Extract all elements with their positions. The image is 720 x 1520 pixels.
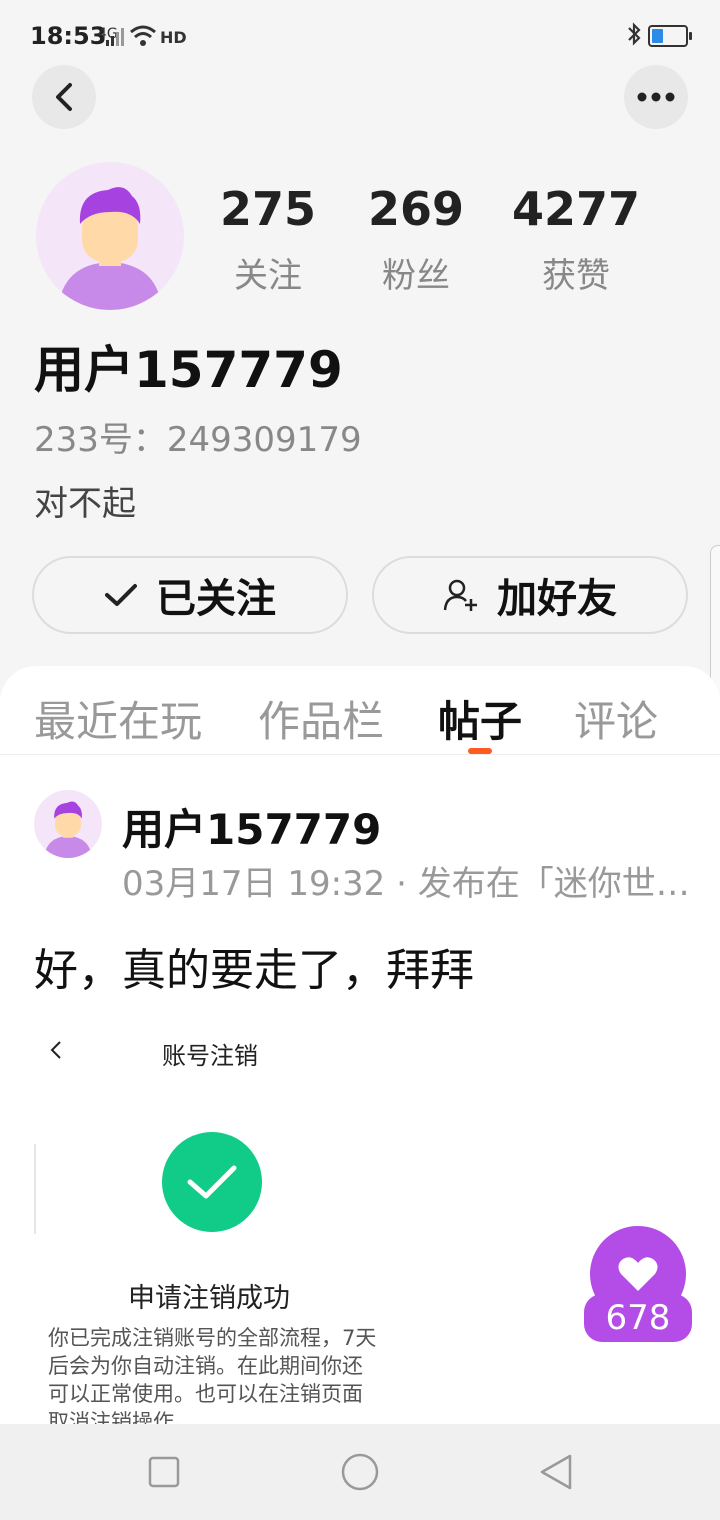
more-dots-icon xyxy=(637,92,675,102)
recents-icon[interactable] xyxy=(148,1456,180,1488)
followed-label: 已关注 xyxy=(156,576,276,622)
embedded-title: 账号注销 xyxy=(162,1042,258,1070)
post-text: 好，真的要走了，拜拜 xyxy=(34,945,474,996)
tab-comments[interactable]: 评论 xyxy=(574,688,658,749)
user-avatar-icon xyxy=(58,187,162,310)
add-user-icon xyxy=(443,579,477,611)
tab-posts[interactable]: 帖子 xyxy=(438,688,522,749)
check-icon xyxy=(187,1165,237,1199)
user-avatar-icon xyxy=(44,801,92,858)
tab-works[interactable]: 作品栏 xyxy=(258,688,384,749)
like-count[interactable]: 678 xyxy=(584,1294,692,1342)
embedded-success-badge xyxy=(162,1132,262,1232)
system-nav-bar xyxy=(0,1424,720,1520)
following-label[interactable]: 关注 xyxy=(188,248,348,297)
followed-button[interactable]: 已关注 xyxy=(32,556,348,634)
profile-bio: 对不起 xyxy=(34,484,136,524)
following-count[interactable]: 275 xyxy=(188,182,348,236)
back-nav-icon[interactable] xyxy=(538,1452,574,1492)
post-username[interactable]: 用户157779 xyxy=(122,796,381,857)
heart-icon xyxy=(618,1257,658,1291)
signal-icon xyxy=(106,28,124,46)
embedded-description: 你已完成注销账号的全部流程，7天后会为你自动注销。在此期间你还可以正常使用。也可… xyxy=(48,1326,377,1424)
add-friend-button[interactable]: 加好友 xyxy=(372,556,688,634)
check-icon xyxy=(105,584,137,606)
add-friend-label: 加好友 xyxy=(497,576,617,622)
tab-divider xyxy=(0,754,720,755)
post-avatar[interactable] xyxy=(34,790,102,858)
followers-label[interactable]: 粉丝 xyxy=(336,248,496,297)
back-arrow-icon xyxy=(56,83,72,111)
more-button[interactable] xyxy=(624,65,688,129)
likes-received-count[interactable]: 4277 xyxy=(496,182,656,236)
followers-count[interactable]: 269 xyxy=(336,182,496,236)
embedded-divider xyxy=(34,1144,36,1234)
profile-name: 用户157779 xyxy=(34,341,343,399)
profile-avatar[interactable] xyxy=(36,162,184,310)
post-meta[interactable]: 03月17日 19:32 · 发布在「迷你世界」 xyxy=(122,856,702,905)
embedded-success-text: 申请注销成功 xyxy=(128,1283,290,1314)
hd-label: HD xyxy=(160,28,187,47)
likes-received-label[interactable]: 获赞 xyxy=(496,248,656,297)
wifi-icon xyxy=(130,25,156,46)
post-image[interactable]: 账号注销 申请注销成功 你已完成注销账号的全部流程，7天后会为你自动注销。在此期… xyxy=(34,1016,384,1424)
battery-icon xyxy=(648,25,692,47)
embedded-back-icon xyxy=(50,1041,61,1059)
status-bar: 18:53 4G HD xyxy=(0,0,720,72)
tab-recent-play[interactable]: 最近在玩 xyxy=(34,688,202,749)
home-icon[interactable] xyxy=(340,1452,380,1492)
profile-uid: 233号：249309179 xyxy=(34,420,362,460)
status-time: 18:53 xyxy=(30,22,107,50)
back-button[interactable] xyxy=(32,65,96,129)
bluetooth-icon xyxy=(628,22,641,46)
